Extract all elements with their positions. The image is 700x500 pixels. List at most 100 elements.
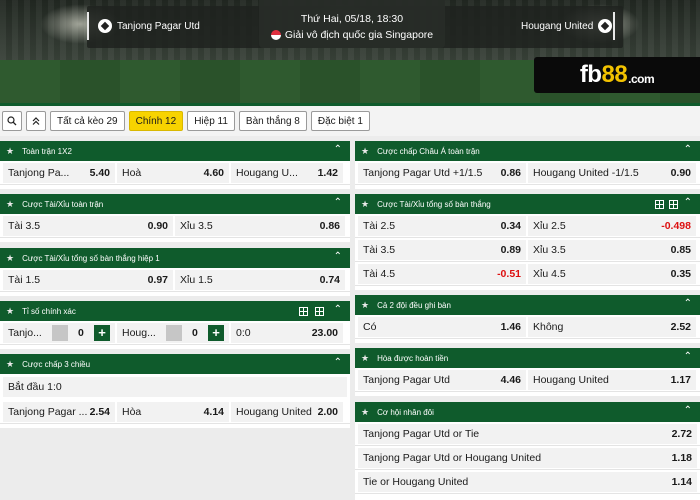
odds-cell[interactable]: Tài 3.5 0.89 <box>358 239 526 260</box>
selection-label: Hoà <box>122 166 142 179</box>
star-icon[interactable]: ★ <box>361 199 369 210</box>
star-icon[interactable]: ★ <box>361 353 369 364</box>
odds-cell[interactable]: Hougang United -1/1.5 0.90 <box>528 162 696 183</box>
score-decrement-button[interactable] <box>165 324 182 341</box>
market-header[interactable]: ★ Tỉ số chính xác ⌃ <box>0 301 350 321</box>
odds-cell[interactable]: Tanjong Pagar Utd or Tie 2.72 <box>358 423 697 444</box>
selection-label: Hougang United <box>236 405 312 418</box>
market-title: Cược Tài/Xỉu tổng số bàn thắng hiệp 1 <box>22 253 160 263</box>
market-title: Cược Tài/Xỉu toàn trận <box>22 199 104 209</box>
star-icon[interactable]: ★ <box>6 359 14 370</box>
odds-cell[interactable]: Xỉu 1.5 0.74 <box>175 269 345 290</box>
odds-cell[interactable]: Xỉu 2.5 -0.498 <box>528 215 696 236</box>
odds-cell[interactable]: Tanjong Pagar Utd or Hougang United 1.18 <box>358 447 697 468</box>
market-header[interactable]: ★ Cược Tài/Xỉu tổng số bàn thắng hiệp 1 ⌃ <box>0 248 350 268</box>
chevron-up-icon[interactable]: ⌃ <box>334 197 342 208</box>
score-decrement-button[interactable] <box>51 324 68 341</box>
odds-value: 1.14 <box>671 475 692 488</box>
star-icon[interactable]: ★ <box>6 306 14 317</box>
chevron-up-icon[interactable]: ⌃ <box>334 251 342 262</box>
market-header[interactable]: ★ Cược Tài/Xỉu tổng số bàn thắng ⌃ <box>355 194 700 214</box>
grid-view-icon[interactable] <box>655 200 664 209</box>
odds-cell[interactable]: Xỉu 3.5 0.86 <box>175 215 345 236</box>
odds-cell[interactable]: Hoà 4.60 <box>117 162 229 183</box>
odds-value: 0.74 <box>319 273 340 286</box>
grid-view-icon[interactable] <box>315 307 324 316</box>
market-header[interactable]: ★ Cơ hội nhân đôi ⌃ <box>355 402 700 422</box>
chevron-up-icon[interactable]: ⌃ <box>684 351 692 362</box>
chevron-up-icon[interactable]: ⌃ <box>684 144 692 155</box>
collapse-all-button[interactable] <box>26 111 46 131</box>
market-header[interactable]: ★ Cược chấp 3 chiều ⌃ <box>0 354 350 374</box>
odds-cell[interactable]: 0:0 23.00 <box>231 322 343 343</box>
filter-all-markets[interactable]: Tất cả kèo 29 <box>50 111 125 131</box>
chevron-up-icon[interactable]: ⌃ <box>334 357 342 368</box>
market-header[interactable]: ★ Cược Tài/Xỉu toàn trận ⌃ <box>0 194 350 214</box>
star-icon[interactable]: ★ <box>6 253 14 264</box>
selection-label: Xỉu 2.5 <box>533 219 566 232</box>
market-header[interactable]: ★ Cả 2 đội đều ghi bàn ⌃ <box>355 295 700 315</box>
singapore-flag-icon <box>270 30 281 40</box>
odds-value: 2.00 <box>317 405 338 418</box>
star-icon[interactable]: ★ <box>6 199 14 210</box>
market-header[interactable]: ★ Toàn trận 1X2 ⌃ <box>0 141 350 161</box>
odds-value: 0.86 <box>500 166 521 179</box>
odds-cell[interactable]: Tanjong Pagar ... 2.54 <box>3 401 115 422</box>
odds-cell[interactable]: Tài 1.5 0.97 <box>3 269 173 290</box>
odds-cell[interactable]: Hougang United 2.00 <box>231 401 343 422</box>
odds-value: 0.97 <box>147 273 168 286</box>
market-title: Cược chấp 3 chiều <box>22 359 91 369</box>
grid-view-icon[interactable] <box>669 200 678 209</box>
star-icon[interactable]: ★ <box>361 300 369 311</box>
soccer-ball-icon <box>98 19 112 33</box>
odds-value: -0.498 <box>661 219 691 232</box>
odds-cell[interactable]: Tie or Hougang United 1.14 <box>358 471 697 492</box>
chevron-up-icon[interactable]: ⌃ <box>334 144 342 155</box>
odds-cell[interactable]: Tanjong Pagar Utd +1/1.5 0.86 <box>358 162 526 183</box>
selection-label: Tanjong Pagar ... <box>8 405 88 418</box>
market-title: Cược chấp Châu Á toàn trận <box>377 146 480 156</box>
star-icon[interactable]: ★ <box>361 407 369 418</box>
star-icon[interactable]: ★ <box>361 146 369 157</box>
search-button[interactable] <box>2 111 22 131</box>
market-title: Cả 2 đội đều ghi bàn <box>377 300 451 310</box>
odds-cell[interactable]: Xỉu 3.5 0.85 <box>528 239 696 260</box>
odds-cell[interactable]: Không 2.52 <box>528 316 696 337</box>
grid-view-icon[interactable] <box>299 307 308 316</box>
score-increment-button[interactable]: + <box>207 324 224 341</box>
filter-main[interactable]: Chính 12 <box>128 111 184 131</box>
odds-cell[interactable]: Hougang U... 1.42 <box>231 162 343 183</box>
home-team-name: Tanjong Pagar Utd <box>117 20 200 32</box>
odds-cell[interactable]: Tài 4.5 -0.51 <box>358 263 526 284</box>
selection-label: Tanjong Pagar Utd or Hougang United <box>363 451 542 464</box>
fb88-logo[interactable]: fb 88 .com <box>534 57 700 93</box>
filter-special[interactable]: Đặc biệt 1 <box>310 111 370 131</box>
filter-goals[interactable]: Bàn thắng 8 <box>238 111 307 131</box>
handicap-label: Bắt đầu 1:0 <box>8 381 62 393</box>
chevron-up-icon[interactable]: ⌃ <box>684 298 692 309</box>
market-header[interactable]: ★ Hòa được hoàn tiền ⌃ <box>355 348 700 368</box>
odds-cell[interactable]: Hougang United 1.17 <box>528 369 696 390</box>
market-btts: ★ Cả 2 đội đều ghi bàn ⌃ Có 1.46 Không 2.52 <box>355 295 700 343</box>
odds-cell[interactable]: Hòa 4.14 <box>117 401 229 422</box>
divider <box>613 12 615 40</box>
filter-half[interactable]: Hiệp 11 <box>187 111 235 131</box>
chevron-up-icon[interactable]: ⌃ <box>684 197 692 208</box>
odds-cell[interactable]: Tanjong Pagar Utd 4.46 <box>358 369 526 390</box>
league: Giải vô địch quốc gia Singapore <box>259 29 445 41</box>
score-picker-away: Houg... 0 + <box>117 322 229 343</box>
chevron-up-icon[interactable]: ⌃ <box>684 405 692 416</box>
odds-value: -0.51 <box>497 267 521 280</box>
market-header[interactable]: ★ Cược chấp Châu Á toàn trận ⌃ <box>355 141 700 161</box>
odds-cell[interactable]: Có 1.46 <box>358 316 526 337</box>
odds-cell[interactable]: Tài 2.5 0.34 <box>358 215 526 236</box>
star-icon[interactable]: ★ <box>6 146 14 157</box>
odds-cell[interactable]: Tanjong Pa... 5.40 <box>3 162 115 183</box>
odds-cell[interactable]: Tài 3.5 0.90 <box>3 215 173 236</box>
odds-value: 4.60 <box>203 166 224 179</box>
score-increment-button[interactable]: + <box>93 324 110 341</box>
away-team-name: Hougang United <box>521 20 594 32</box>
chevron-up-icon[interactable]: ⌃ <box>334 304 342 315</box>
double-chevron-up-icon <box>32 117 40 125</box>
odds-cell[interactable]: Xỉu 4.5 0.35 <box>528 263 696 284</box>
